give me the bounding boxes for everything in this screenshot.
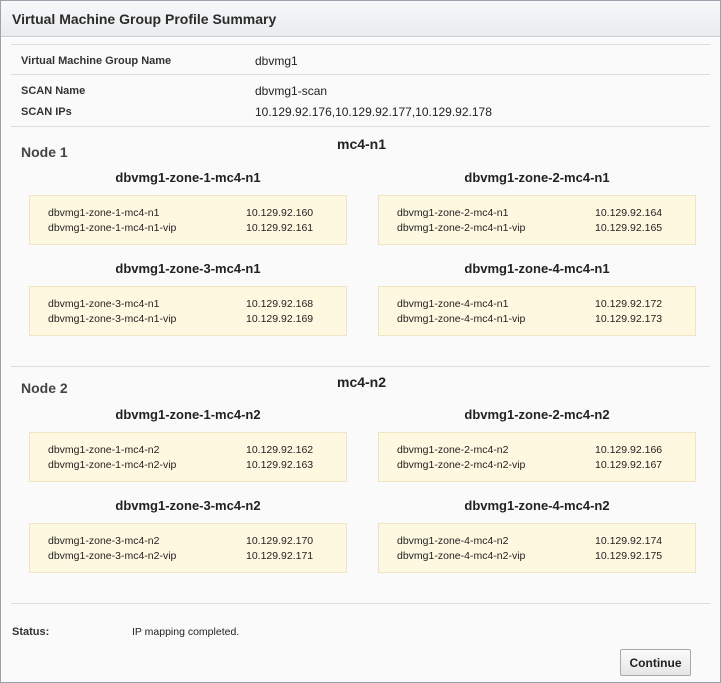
vm-hostname: dbvmg1-zone-2-mc4-n1-vip: [397, 222, 526, 234]
vm-hostname: dbvmg1-zone-2-mc4-n2: [397, 444, 509, 456]
scan-name-value: dbvmg1-scan: [255, 84, 328, 98]
vm-hostname: dbvmg1-zone-1-mc4-n1-vip: [48, 222, 177, 234]
vm-ip: 10.129.92.171: [246, 550, 314, 562]
dialog-title: Virtual Machine Group Profile Summary: [12, 11, 277, 27]
zone-title: dbvmg1-zone-1-mc4-n1: [115, 170, 261, 185]
zone-title: dbvmg1-zone-2-mc4-n2: [464, 407, 610, 422]
zone-ip-box: dbvmg1-zone-2-mc4-n2 10.129.92.166 dbvmg…: [378, 432, 696, 482]
zone-ip-box: dbvmg1-zone-1-mc4-n1 10.129.92.160 dbvmg…: [29, 195, 347, 245]
vm-ip: 10.129.92.170: [246, 535, 314, 547]
group-name-value: dbvmg1: [255, 54, 298, 68]
node-host: mc4-n2: [337, 374, 387, 390]
group-name-label: Virtual Machine Group Name: [21, 55, 172, 67]
divider: [11, 74, 710, 75]
vm-ip: 10.129.92.163: [246, 459, 314, 471]
vm-hostname: dbvmg1-zone-4-mc4-n2-vip: [397, 550, 526, 562]
vm-ip: 10.129.92.161: [246, 222, 314, 234]
scan-ips-value: 10.129.92.176,10.129.92.177,10.129.92.17…: [255, 105, 492, 119]
zone-title: dbvmg1-zone-3-mc4-n2: [115, 498, 261, 513]
dialog-title-bar: Virtual Machine Group Profile Summary: [1, 1, 720, 37]
zone-title: dbvmg1-zone-4-mc4-n1: [464, 261, 610, 276]
vm-hostname: dbvmg1-zone-2-mc4-n2-vip: [397, 459, 526, 471]
node-host: mc4-n1: [337, 136, 387, 152]
vm-ip: 10.129.92.169: [246, 313, 314, 325]
vm-ip: 10.129.92.175: [595, 550, 663, 562]
vm-ip: 10.129.92.174: [595, 535, 663, 547]
scan-name-label: SCAN Name: [21, 85, 86, 97]
dialog-content: Virtual Machine Group Name dbvmg1 SCAN N…: [2, 38, 720, 682]
status-value: IP mapping completed.: [132, 626, 240, 638]
vm-hostname: dbvmg1-zone-3-mc4-n1-vip: [48, 313, 177, 325]
vm-ip: 10.129.92.165: [595, 222, 663, 234]
vm-hostname: dbvmg1-zone-2-mc4-n1: [397, 207, 509, 219]
vm-hostname: dbvmg1-zone-4-mc4-n2: [397, 535, 509, 547]
profile-summary-dialog: Virtual Machine Group Profile Summary Vi…: [0, 0, 721, 683]
zone-ip-box: dbvmg1-zone-4-mc4-n1 10.129.92.172 dbvmg…: [378, 286, 696, 336]
vm-ip: 10.129.92.162: [246, 444, 314, 456]
divider: [11, 366, 710, 367]
divider: [11, 44, 710, 45]
divider: [11, 603, 710, 604]
zone-title: dbvmg1-zone-2-mc4-n1: [464, 170, 610, 185]
vm-hostname: dbvmg1-zone-1-mc4-n2: [48, 444, 160, 456]
vm-ip: 10.129.92.168: [246, 298, 314, 310]
zone-title: dbvmg1-zone-1-mc4-n2: [115, 407, 261, 422]
status-label: Status:: [12, 626, 50, 638]
zone-title: dbvmg1-zone-4-mc4-n2: [464, 498, 610, 513]
vm-ip: 10.129.92.164: [595, 207, 663, 219]
zone-ip-box: dbvmg1-zone-2-mc4-n1 10.129.92.164 dbvmg…: [378, 195, 696, 245]
vm-hostname: dbvmg1-zone-3-mc4-n2-vip: [48, 550, 177, 562]
zone-title: dbvmg1-zone-3-mc4-n1: [115, 261, 261, 276]
vm-hostname: dbvmg1-zone-4-mc4-n1: [397, 298, 509, 310]
vm-ip: 10.129.92.167: [595, 459, 663, 471]
continue-button[interactable]: Continue: [620, 649, 691, 676]
scan-ips-label: SCAN IPs: [21, 106, 72, 118]
vm-hostname: dbvmg1-zone-4-mc4-n1-vip: [397, 313, 526, 325]
vm-hostname: dbvmg1-zone-1-mc4-n2-vip: [48, 459, 177, 471]
vm-ip: 10.129.92.172: [595, 298, 663, 310]
zone-ip-box: dbvmg1-zone-1-mc4-n2 10.129.92.162 dbvmg…: [29, 432, 347, 482]
vm-hostname: dbvmg1-zone-3-mc4-n1: [48, 298, 160, 310]
node-label: Node 2: [21, 380, 68, 396]
vm-hostname: dbvmg1-zone-1-mc4-n1: [48, 207, 160, 219]
divider: [11, 126, 710, 127]
vm-ip: 10.129.92.173: [595, 313, 663, 325]
zone-ip-box: dbvmg1-zone-3-mc4-n1 10.129.92.168 dbvmg…: [29, 286, 347, 336]
zone-ip-box: dbvmg1-zone-4-mc4-n2 10.129.92.174 dbvmg…: [378, 523, 696, 573]
vm-ip: 10.129.92.166: [595, 444, 663, 456]
vm-hostname: dbvmg1-zone-3-mc4-n2: [48, 535, 160, 547]
zone-ip-box: dbvmg1-zone-3-mc4-n2 10.129.92.170 dbvmg…: [29, 523, 347, 573]
node-label: Node 1: [21, 144, 68, 160]
vm-ip: 10.129.92.160: [246, 207, 314, 219]
